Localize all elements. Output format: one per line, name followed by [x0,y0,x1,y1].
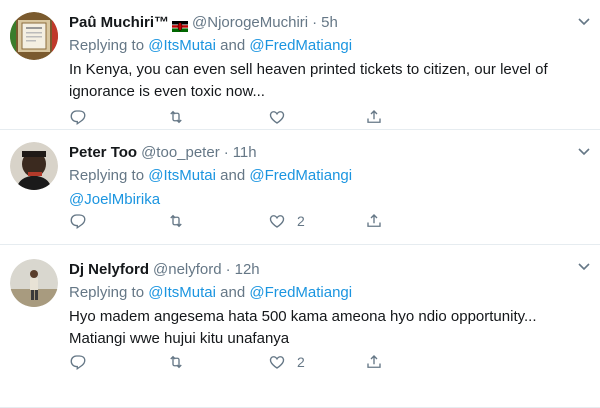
heart-icon [269,356,285,369]
tweet-actions: 2 [69,212,389,232]
mention-link[interactable]: @FredMatiangi [249,167,352,184]
tweet[interactable]: Peter Too @too_peter · 11h Replying to @… [0,130,600,245]
like-count: 2 [297,213,305,229]
retweet-icon [170,355,182,369]
share-icon [367,110,381,123]
timestamp[interactable]: 12h [235,260,260,280]
avatar[interactable] [10,12,58,60]
replying-prefix: Replying to [69,37,149,54]
separator-dot: · [223,144,229,161]
tweet-text: Hyo madem angesema hata 500 kama ameona … [69,306,580,350]
reply-icon [70,110,86,126]
avatar[interactable] [10,142,58,190]
tweet[interactable]: Dj Nelyford @nelyford · 12h Replying to … [0,245,600,408]
retweet-button[interactable] [167,212,185,230]
reply-button[interactable] [69,108,87,126]
like-button[interactable] [268,108,297,126]
replying-and: and [215,284,250,301]
replying-to: Replying to @ItsMutai and @FredMatiangi [69,283,580,303]
tweet-text-line: In Kenya, you can even sell heaven print… [69,61,548,78]
tweet-text: @JoelMbirika [69,189,580,211]
reply-button[interactable] [69,353,87,371]
share-icon [367,355,381,368]
replying-to: Replying to @ItsMutai and @FredMatiangi [69,166,580,186]
user-handle[interactable]: @nelyford [153,260,222,280]
user-handle[interactable]: @NjorogeMuchiri [192,13,308,33]
reply-icon [70,355,86,371]
replying-and: and [215,37,250,54]
tweet-text-line: Matiangi wwe hujui kitu unafanya [69,330,290,347]
like-count: 2 [297,354,305,370]
like-button[interactable]: 2 [268,212,305,230]
replying-prefix: Replying to [69,167,149,184]
mention-link[interactable]: @FredMatiangi [249,37,352,54]
retweet-button[interactable] [167,108,185,126]
replying-prefix: Replying to [69,284,149,301]
reply-icon [70,214,86,230]
retweet-icon [170,110,182,124]
tweet-actions [69,108,389,128]
separator-dot: · [225,261,231,278]
replying-and: and [215,167,250,184]
tweet-text-line: Hyo madem angesema hata 500 kama ameona … [69,308,537,325]
mention-link[interactable]: @FredMatiangi [249,284,352,301]
user-handle[interactable]: @too_peter [141,143,220,163]
tweet-header: Dj Nelyford @nelyford · 12h [69,260,580,280]
retweet-icon [170,214,182,228]
tweet-text: In Kenya, you can even sell heaven print… [69,59,580,103]
tweet-header: Peter Too @too_peter · 11h [69,143,580,163]
display-name[interactable]: Dj Nelyford [69,260,149,280]
reply-button[interactable] [69,212,87,230]
timestamp[interactable]: 11h [233,143,257,163]
tweet-text-line: ignorance is even toxic now... [69,83,265,100]
mention-link[interactable]: @ItsMutai [148,167,216,184]
tweet-header: Paû Muchiri™ @NjorogeMuchiri · 5h [69,13,580,33]
avatar[interactable] [10,259,58,307]
tweet-actions: 2 [69,353,389,373]
replying-to: Replying to @ItsMutai and @FredMatiangi [69,36,580,56]
kenya-flag-icon [172,18,189,32]
mention-link[interactable]: @JoelMbirika [69,189,580,211]
share-button[interactable] [365,212,383,230]
share-icon [367,214,381,227]
separator-dot: · [312,14,318,31]
like-button[interactable]: 2 [268,353,305,371]
retweet-button[interactable] [167,353,185,371]
tweet[interactable]: Paû Muchiri™ @NjorogeMuchiri · 5h Replyi… [0,0,600,130]
mention-link[interactable]: @ItsMutai [148,37,216,54]
timestamp[interactable]: 5h [321,13,338,33]
heart-icon [269,215,285,228]
share-button[interactable] [365,108,383,126]
display-name[interactable]: Peter Too [69,143,137,163]
mention-link[interactable]: @ItsMutai [148,284,216,301]
share-button[interactable] [365,353,383,371]
heart-icon [269,111,285,124]
display-name[interactable]: Paû Muchiri™ [69,13,169,33]
